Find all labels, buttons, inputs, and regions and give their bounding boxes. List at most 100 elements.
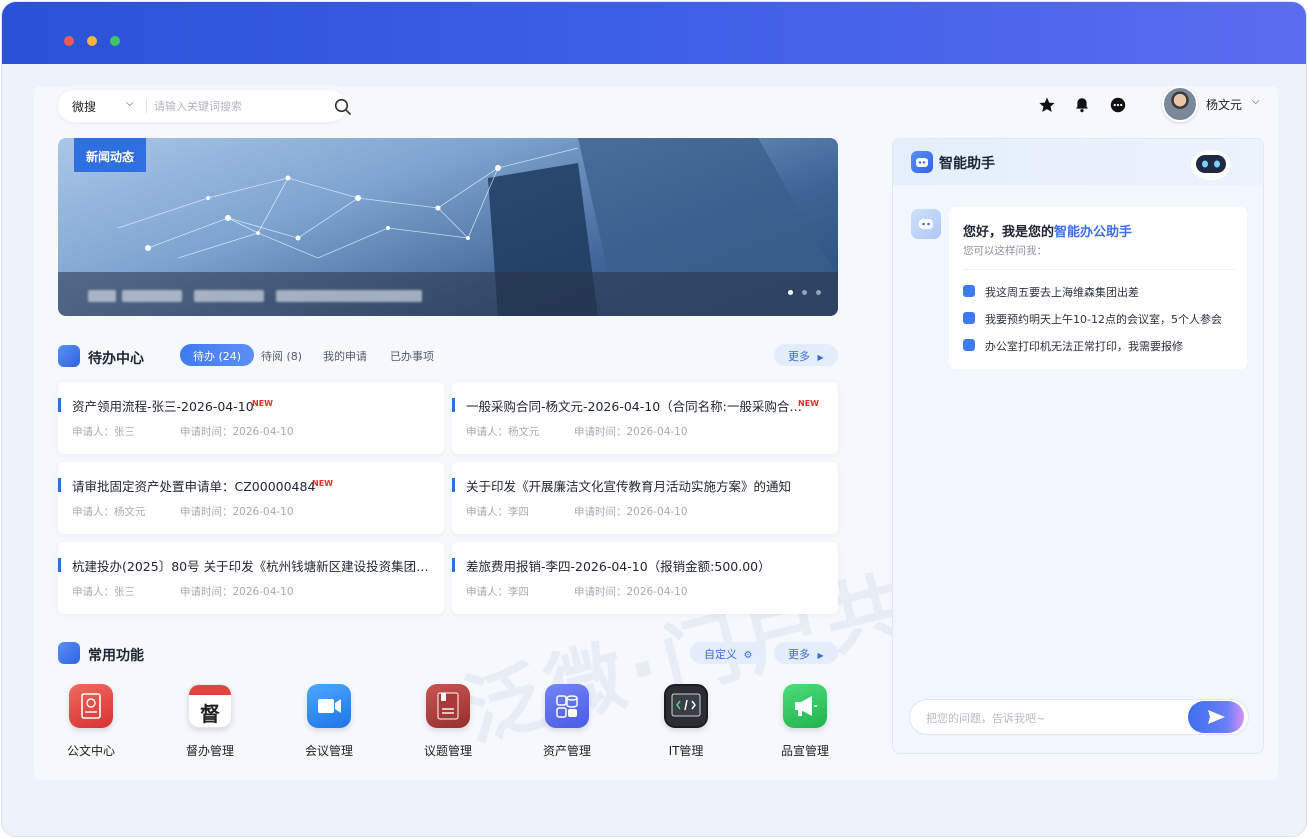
topic-book-icon bbox=[426, 684, 470, 728]
todo-card-applicant: 申请人：张三 bbox=[72, 586, 135, 598]
function-item-meeting[interactable]: 会议管理 bbox=[289, 684, 369, 759]
todo-card-title: 请审批固定资产处置申请单：CZ00000484 bbox=[72, 479, 316, 494]
function-label: 督办管理 bbox=[185, 744, 234, 758]
function-item-asset[interactable]: 资产管理 bbox=[527, 684, 607, 759]
more-label: 更多 bbox=[788, 350, 810, 363]
carousel-dot-active[interactable] bbox=[788, 290, 793, 295]
news-banner[interactable]: 新闻动态 bbox=[58, 138, 838, 316]
function-item-supervise[interactable]: 督 督办管理 bbox=[170, 684, 250, 759]
todo-card-applicant: 申请人：杨文元 bbox=[466, 426, 540, 438]
banner-tag: 新闻动态 bbox=[74, 138, 146, 172]
todo-card-time: 申请时间：2026-04-10 bbox=[180, 506, 294, 518]
close-window-dot[interactable] bbox=[64, 36, 74, 46]
new-badge: NEW bbox=[798, 399, 819, 408]
greeting-accent: 智能办公助手 bbox=[1054, 225, 1133, 240]
todo-card[interactable]: 资产领用流程-张三-2026-04-10 NEW 申请人：张三 申请时间：202… bbox=[58, 382, 444, 454]
todo-card[interactable]: 杭建投办(2025〕80号 关于印发《杭州钱塘新区建设投资集团… 申请人：张三 … bbox=[58, 542, 444, 614]
assistant-question-input[interactable] bbox=[926, 709, 1176, 727]
carousel-dot[interactable] bbox=[816, 290, 821, 295]
todo-card[interactable]: 关于印发《开展廉洁文化宣传教育月活动实施方案》的通知 申请人：李四 申请时间：2… bbox=[452, 462, 838, 534]
todo-card-time: 申请时间：2026-04-10 bbox=[180, 426, 294, 438]
todo-card-time: 申请时间：2026-04-10 bbox=[574, 426, 688, 438]
greeting-text: 您好，我是您的智能办公助手 bbox=[963, 221, 1132, 240]
card-accent-bar bbox=[452, 398, 455, 412]
todo-card[interactable]: 一般采购合同-杨文元-2026-04-10（合同名称:一般采购合… NEW 申请… bbox=[452, 382, 838, 454]
blurred-caption-text bbox=[88, 290, 116, 302]
robot-icon bbox=[911, 151, 933, 173]
tab-done[interactable]: 已办事项 bbox=[390, 344, 434, 366]
todo-card-time: 申请时间：2026-04-10 bbox=[180, 586, 294, 598]
star-icon[interactable] bbox=[1038, 96, 1056, 114]
app-window: 泛微·门户共享中心 微搜 ⌵ 杨文元 ⌵ bbox=[2, 2, 1306, 836]
todo-card-applicant: 申请人：李四 bbox=[466, 586, 529, 598]
customize-label: 自定义 bbox=[704, 648, 737, 661]
blurred-caption-text bbox=[194, 290, 264, 302]
todo-card-applicant: 申请人：李四 bbox=[466, 506, 529, 518]
suggestion-text: 我要预约明天上午10-12点的会议室，5个人参会 bbox=[985, 313, 1222, 326]
customize-button[interactable]: 自定义 ⚙ bbox=[690, 642, 766, 664]
todo-card-time: 申请时间：2026-04-10 bbox=[574, 506, 688, 518]
supervise-calendar-icon: 督 bbox=[188, 684, 232, 728]
play-icon bbox=[963, 339, 975, 351]
tab-my-requests[interactable]: 我的申请 bbox=[323, 344, 367, 366]
card-accent-bar bbox=[58, 478, 61, 492]
play-icon bbox=[963, 285, 975, 297]
todo-card-time: 申请时间：2026-04-10 bbox=[574, 586, 688, 598]
todo-card-title: 资产领用流程-张三-2026-04-10 bbox=[72, 399, 254, 414]
blurred-caption-text bbox=[122, 290, 182, 302]
search-divider bbox=[146, 99, 147, 113]
todo-card-title: 差旅费用报销-李四-2026-04-10（报销金额:500.00） bbox=[466, 559, 771, 574]
function-item-it[interactable]: IT管理 bbox=[646, 684, 726, 759]
code-terminal-icon bbox=[664, 684, 708, 728]
search-input[interactable] bbox=[154, 96, 324, 116]
todo-card[interactable]: 请审批固定资产处置申请单：CZ00000484 NEW 申请人：杨文元 申请时间… bbox=[58, 462, 444, 534]
suggestion-text: 我这周五要去上海维森集团出差 bbox=[985, 286, 1139, 299]
search-scope-select[interactable]: 微搜 bbox=[72, 98, 96, 115]
todo-card-applicant: 申请人：杨文元 bbox=[72, 506, 146, 518]
chevron-down-icon[interactable]: ⌵ bbox=[126, 98, 134, 109]
functions-more-button[interactable]: 更多 ▶ bbox=[774, 642, 838, 664]
maximize-window-dot[interactable] bbox=[110, 36, 120, 46]
assistant-subtitle: 您可以这样问我： bbox=[963, 245, 1047, 257]
play-icon: ▶ bbox=[817, 353, 824, 362]
user-name[interactable]: 杨文元 bbox=[1206, 96, 1242, 113]
tab-todo[interactable]: 待办 (24) bbox=[180, 344, 255, 366]
function-item-doc-center[interactable]: 公文中心 bbox=[51, 684, 131, 759]
search-icon[interactable] bbox=[334, 98, 352, 116]
function-label: 会议管理 bbox=[304, 744, 353, 758]
new-badge: NEW bbox=[252, 399, 273, 408]
bell-icon[interactable] bbox=[1073, 96, 1091, 114]
todo-card[interactable]: 差旅费用报销-李四-2026-04-10（报销金额:500.00） 申请人：李四… bbox=[452, 542, 838, 614]
chevron-down-icon[interactable]: ⌵ bbox=[1252, 96, 1260, 107]
assistant-greeting-bubble: 您好，我是您的智能办公助手 您可以这样问我： 我这周五要去上海维森集团出差 我要… bbox=[949, 207, 1247, 369]
asset-database-icon bbox=[545, 684, 589, 728]
todo-card-title: 杭建投办(2025〕80号 关于印发《杭州钱塘新区建设投资集团… bbox=[72, 559, 429, 574]
avatar[interactable] bbox=[1162, 86, 1198, 122]
play-icon bbox=[963, 312, 975, 324]
function-label: IT管理 bbox=[668, 744, 704, 758]
function-label: 资产管理 bbox=[542, 744, 591, 758]
todo-card-applicant: 申请人：张三 bbox=[72, 426, 135, 438]
todo-card-title: 一般采购合同-杨文元-2026-04-10（合同名称:一般采购合… bbox=[466, 399, 802, 414]
minimize-window-dot[interactable] bbox=[87, 36, 97, 46]
todo-center-title: 待办中心 bbox=[88, 351, 144, 367]
document-center-icon bbox=[69, 684, 113, 728]
function-label: 品宣管理 bbox=[780, 744, 829, 758]
todo-more-button[interactable]: 更多 ▶ bbox=[774, 344, 838, 366]
function-label: 议题管理 bbox=[423, 744, 472, 758]
send-button[interactable] bbox=[1188, 701, 1244, 733]
assistant-avatar-icon bbox=[911, 209, 941, 239]
card-accent-bar bbox=[452, 478, 455, 492]
tab-to-read[interactable]: 待阅 (8) bbox=[261, 344, 302, 366]
more-icon[interactable] bbox=[1109, 96, 1127, 114]
play-icon: ▶ bbox=[817, 651, 824, 660]
carousel-dot[interactable] bbox=[802, 290, 807, 295]
function-item-publicity[interactable]: 品宣管理 bbox=[765, 684, 845, 759]
gear-icon: ⚙ bbox=[743, 650, 753, 661]
portal-page: 泛微·门户共享中心 微搜 ⌵ 杨文元 ⌵ bbox=[34, 86, 1278, 780]
function-item-topic[interactable]: 议题管理 bbox=[408, 684, 488, 759]
assistant-title: 智能助手 bbox=[939, 156, 995, 172]
todo-card-title: 关于印发《开展廉洁文化宣传教育月活动实施方案》的通知 bbox=[466, 479, 792, 494]
todo-center-icon bbox=[58, 345, 80, 367]
blurred-caption-text bbox=[276, 290, 422, 302]
